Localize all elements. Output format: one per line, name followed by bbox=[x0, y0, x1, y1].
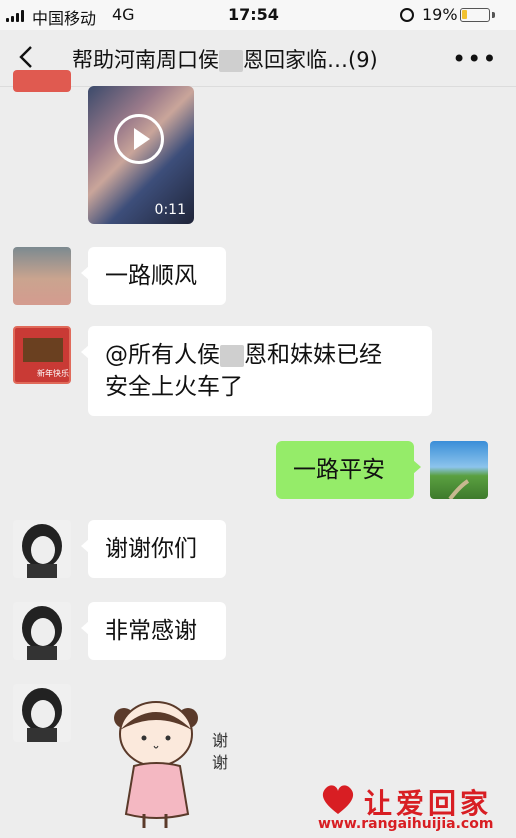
status-time: 17:54 bbox=[228, 5, 279, 24]
self-avatar[interactable] bbox=[430, 441, 488, 499]
video-duration: 0:11 bbox=[154, 202, 186, 218]
battery-icon bbox=[460, 8, 490, 22]
message-text: 谢谢你们 bbox=[105, 536, 197, 562]
watermark-logo: 让爱回家 www.rangaihuijia.com bbox=[318, 780, 514, 838]
avatar[interactable] bbox=[13, 684, 71, 742]
alarm-icon bbox=[400, 8, 414, 22]
watermark-url: www.rangaihuijia.com bbox=[318, 816, 494, 832]
heart-icon bbox=[322, 785, 354, 814]
more-options-icon[interactable]: ••• bbox=[452, 45, 496, 73]
message-bubble-self[interactable]: 一路平安 bbox=[276, 441, 421, 499]
avatar[interactable] bbox=[13, 602, 71, 660]
avatar[interactable] bbox=[13, 520, 71, 578]
signal-icon bbox=[6, 10, 26, 22]
message-text: 一路平安 bbox=[293, 457, 385, 483]
sticker-text: 谢 bbox=[212, 753, 228, 772]
message-text-line2: 安全上火车了 bbox=[105, 374, 243, 400]
sticker-message[interactable]: 谢 谢 bbox=[104, 690, 244, 830]
message-text: 一路顺风 bbox=[105, 263, 197, 289]
carrier-label: 中国移动 bbox=[32, 9, 97, 28]
chat-title-part2: 恩回家临…(9) bbox=[243, 48, 378, 72]
redaction-block bbox=[220, 344, 244, 367]
back-icon[interactable] bbox=[14, 43, 42, 71]
message-bubble[interactable]: @所有人侯 恩和妹妹已经 安全上火车了 bbox=[81, 326, 432, 416]
avatar[interactable]: 新年快乐 bbox=[13, 326, 71, 384]
avatar-badge-text: 新年快乐 bbox=[37, 369, 69, 378]
avatar[interactable] bbox=[13, 70, 71, 92]
message-bubble[interactable]: 非常感谢 bbox=[81, 602, 226, 660]
video-message[interactable]: 0:11 bbox=[88, 86, 194, 224]
chat-title-part1: 帮助河南周口侯 bbox=[72, 48, 219, 72]
battery-tip bbox=[492, 12, 495, 18]
message-text-part2: 恩和妹妹已经 bbox=[244, 342, 382, 368]
status-bar: 中国移动 4G 17:54 19% bbox=[0, 0, 516, 30]
message-bubble[interactable]: 一路顺风 bbox=[81, 247, 226, 305]
chat-title: 帮助河南周口侯 恩回家临…(9) bbox=[72, 44, 432, 74]
play-icon[interactable] bbox=[114, 114, 164, 164]
battery-percent: 19% bbox=[422, 5, 458, 24]
avatar[interactable] bbox=[13, 247, 71, 305]
chat-header: 帮助河南周口侯 恩回家临…(9) ••• bbox=[0, 30, 516, 87]
redaction-block bbox=[219, 50, 243, 72]
message-text-part1: @所有人侯 bbox=[105, 342, 220, 368]
message-text: 非常感谢 bbox=[105, 618, 197, 644]
sticker-text: 谢 bbox=[212, 731, 228, 750]
network-label: 4G bbox=[112, 5, 135, 24]
message-bubble[interactable]: 谢谢你们 bbox=[81, 520, 226, 578]
